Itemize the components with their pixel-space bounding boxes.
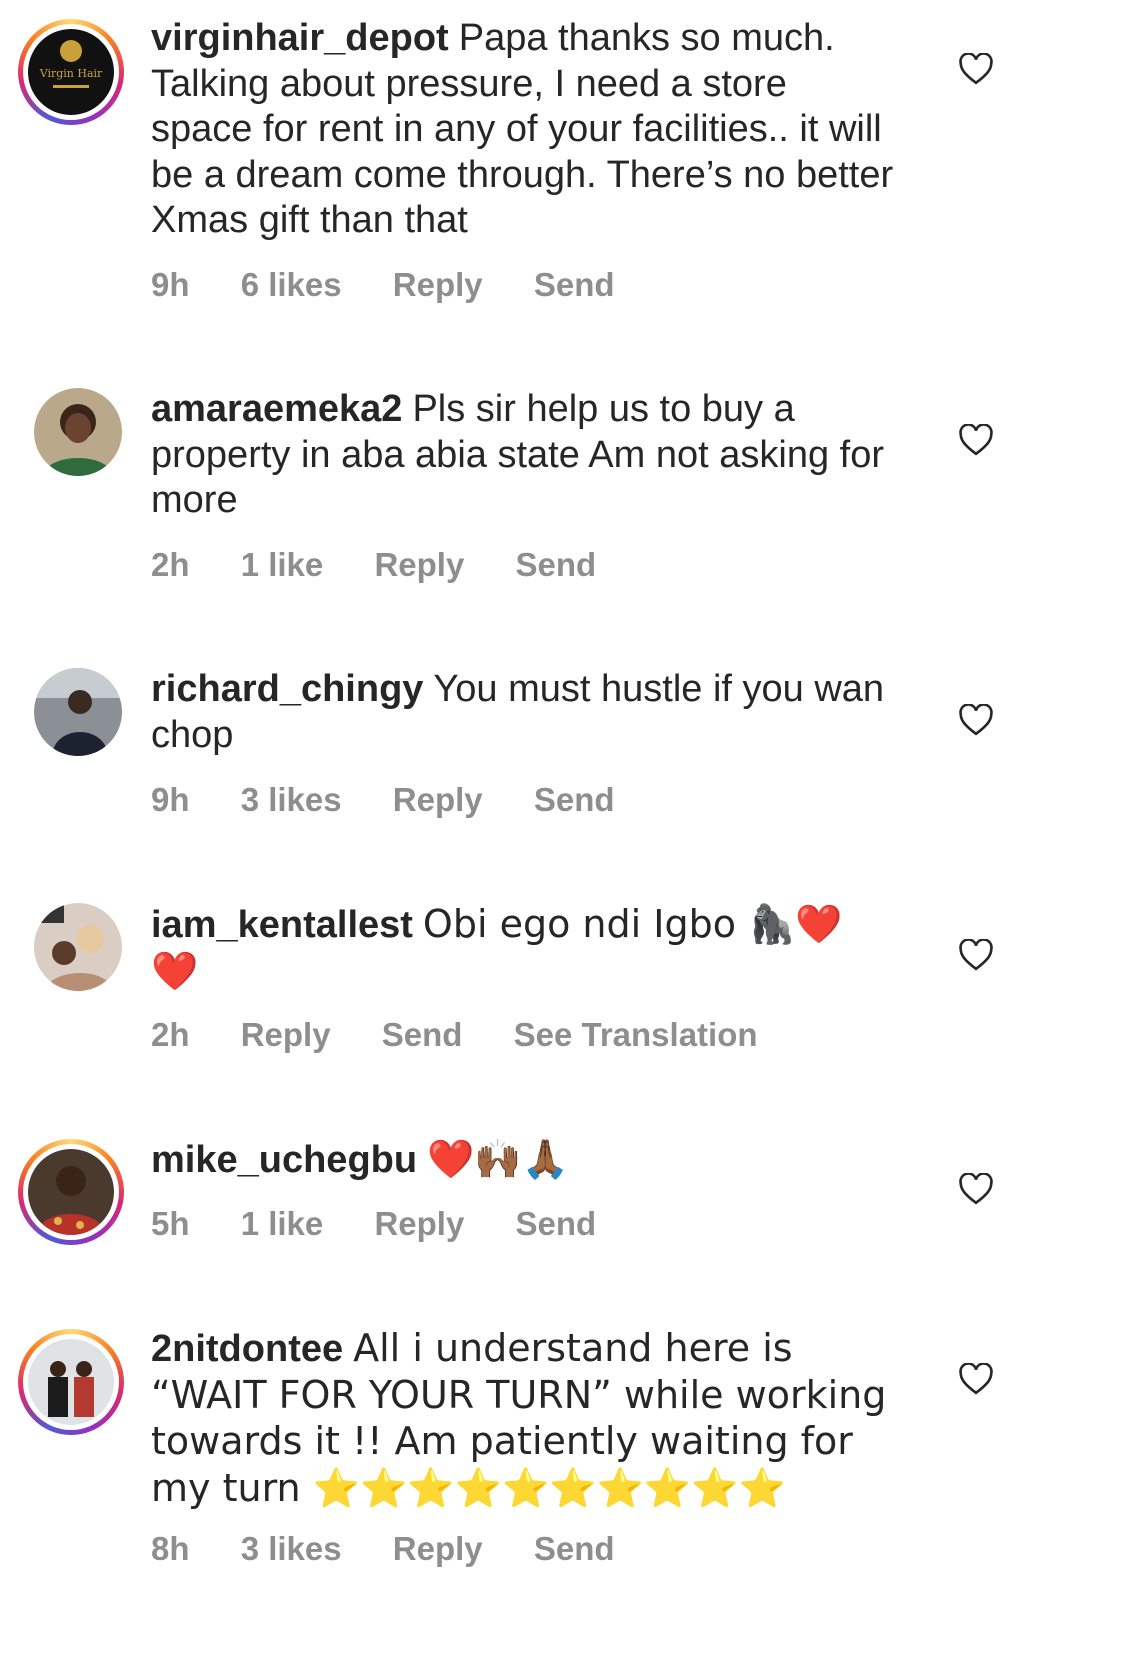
comment-time: 8h [151, 1530, 190, 1567]
comment-time: 5h [151, 1205, 190, 1242]
comment-meta: 2h 1 like Reply Send [151, 546, 638, 584]
avatar-image [34, 668, 122, 756]
avatar-image [34, 903, 122, 991]
comment-username[interactable]: mike_uchegbu [151, 1139, 417, 1181]
send-button[interactable]: Send [534, 266, 615, 303]
reply-button[interactable]: Reply [393, 266, 483, 303]
send-button[interactable]: Send [515, 546, 596, 583]
comment-text: amaraemeka2 Pls sir help us to buy a prop… [151, 387, 896, 524]
heart-outline-icon[interactable] [958, 53, 994, 85]
reply-button[interactable]: Reply [241, 1016, 331, 1053]
send-button[interactable]: Send [515, 1205, 596, 1242]
avatar-image [34, 388, 122, 476]
send-button[interactable]: Send [382, 1016, 463, 1053]
avatar[interactable] [18, 652, 124, 758]
reply-button[interactable]: Reply [374, 546, 464, 583]
send-button[interactable]: Send [534, 781, 615, 818]
comment-time: 9h [151, 266, 190, 303]
likes-count[interactable]: 1 like [241, 1205, 324, 1242]
heart-outline-icon[interactable] [958, 424, 994, 456]
heart-outline-icon[interactable] [958, 1363, 994, 1395]
avatar[interactable]: Virgin Hair [18, 19, 124, 125]
comment-text: 2nitdontee All i understand here is “WAIT… [151, 1326, 896, 1512]
comment-username[interactable]: 2nitdontee [151, 1328, 343, 1370]
comment-meta: 2h Reply Send See Translation [151, 1016, 800, 1054]
heart-outline-icon[interactable] [958, 939, 994, 971]
avatar-image: Virgin Hair [28, 29, 114, 115]
comment-text: richard_chingy You must hustle if you wan… [151, 667, 896, 758]
comment-text: virginhair_depot Papa thanks so much. Tal… [151, 16, 896, 244]
comment-meta: 9h 6 likes Reply Send [151, 266, 657, 304]
heart-outline-icon[interactable] [958, 1173, 994, 1205]
send-button[interactable]: Send [534, 1530, 615, 1567]
comment-text: iam_kentallest Obi ego ndi Igbo 🦍❤️ ❤️ [151, 902, 896, 995]
comment-username[interactable]: amaraemeka2 [151, 388, 402, 430]
comment-meta: 5h 1 like Reply Send [151, 1205, 638, 1243]
avatar[interactable] [18, 1329, 124, 1435]
likes-count[interactable]: 1 like [241, 546, 324, 583]
comment-meta: 9h 3 likes Reply Send [151, 781, 657, 819]
avatar[interactable] [18, 1139, 124, 1245]
comment-time: 2h [151, 1016, 190, 1053]
comment-meta: 8h 3 likes Reply Send [151, 1530, 657, 1568]
see-translation-button[interactable]: See Translation [514, 1016, 758, 1053]
reply-button[interactable]: Reply [393, 1530, 483, 1567]
comment-username[interactable]: richard_chingy [151, 668, 423, 710]
comment-time: 9h [151, 781, 190, 818]
likes-count[interactable]: 3 likes [241, 781, 342, 818]
comment-username[interactable]: virginhair_depot [151, 17, 449, 59]
comment-text: mike_uchegbu ❤️🙌🏾🙏🏾 [151, 1137, 896, 1184]
likes-count[interactable]: 3 likes [241, 1530, 342, 1567]
comment-username[interactable]: iam_kentallest [151, 904, 413, 946]
avatar-image [28, 1339, 114, 1425]
reply-button[interactable]: Reply [374, 1205, 464, 1242]
comment-time: 2h [151, 546, 190, 583]
avatar[interactable] [18, 887, 124, 993]
avatar-logo-text: Virgin Hair [39, 67, 103, 80]
avatar-image [28, 1149, 114, 1235]
reply-button[interactable]: Reply [393, 781, 483, 818]
avatar[interactable] [18, 372, 124, 478]
comment-body: ❤️🙌🏾🙏🏾 [427, 1137, 570, 1181]
likes-count[interactable]: 6 likes [241, 266, 342, 303]
heart-outline-icon[interactable] [958, 704, 994, 736]
